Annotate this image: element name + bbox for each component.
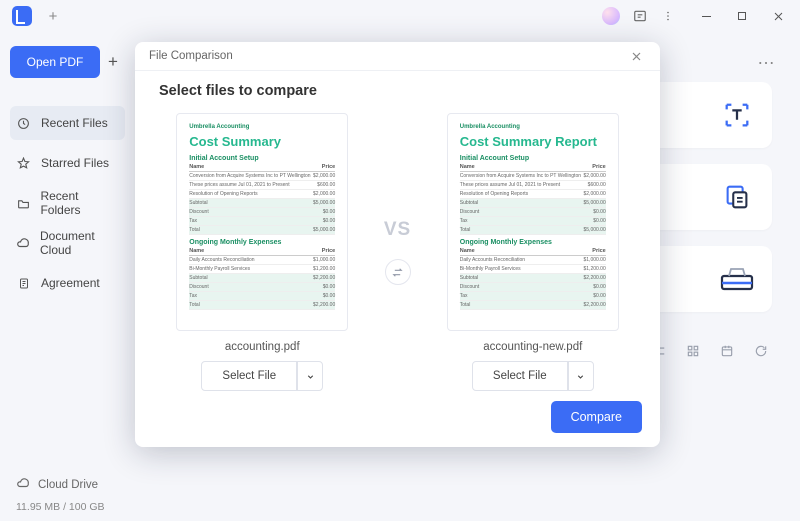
sidebar-item-document-cloud[interactable]: Document Cloud bbox=[10, 226, 125, 260]
refresh-icon[interactable] bbox=[750, 340, 772, 362]
preview-section: Initial Account Setup bbox=[189, 155, 335, 162]
file-a-preview[interactable]: Umbrella Accounting Cost Summary Initial… bbox=[176, 113, 348, 331]
duplicate-icon bbox=[720, 180, 754, 214]
window-maximize-button[interactable] bbox=[724, 2, 760, 30]
cloud-drive-label: Cloud Drive bbox=[38, 479, 98, 491]
page-more-button[interactable]: … bbox=[757, 48, 776, 69]
dialog-title: File Comparison bbox=[149, 50, 233, 62]
more-icon[interactable] bbox=[654, 2, 682, 30]
text-select-icon bbox=[720, 98, 754, 132]
sidebar-item-starred-files[interactable]: Starred Files bbox=[10, 146, 125, 180]
preview-title: Cost Summary Report bbox=[460, 134, 606, 149]
notes-icon[interactable] bbox=[626, 2, 654, 30]
file-comparison-dialog: File Comparison Select files to compare … bbox=[135, 42, 660, 447]
file-a-name: accounting.pdf bbox=[225, 341, 300, 353]
file-b-select-button[interactable]: Select File bbox=[472, 361, 568, 391]
sidebar-item-recent-folders[interactable]: Recent Folders bbox=[10, 186, 125, 220]
star-icon bbox=[16, 157, 31, 170]
compare-button[interactable]: Compare bbox=[551, 401, 642, 433]
cloud-up-icon bbox=[16, 476, 30, 493]
preview-section: Ongoing Monthly Expenses bbox=[460, 239, 606, 246]
preview-section: Ongoing Monthly Expenses bbox=[189, 239, 335, 246]
folder-icon bbox=[16, 197, 30, 210]
preview-section: Initial Account Setup bbox=[460, 155, 606, 162]
sidebar-item-label: Recent Files bbox=[41, 116, 108, 130]
file-b-name: accounting-new.pdf bbox=[483, 341, 582, 353]
storage-quota: 11.95 MB / 100 GB bbox=[10, 497, 125, 513]
preview-title: Cost Summary bbox=[189, 134, 335, 149]
sidebar-item-label: Agreement bbox=[41, 276, 100, 290]
add-button[interactable]: + bbox=[108, 52, 118, 72]
cloud-icon bbox=[16, 236, 30, 250]
sidebar-item-label: Recent Folders bbox=[40, 189, 119, 217]
scanner-icon bbox=[720, 262, 754, 296]
window-minimize-button[interactable] bbox=[688, 2, 724, 30]
avatar[interactable] bbox=[602, 7, 620, 25]
file-b-preview[interactable]: Umbrella Accounting Cost Summary Report … bbox=[447, 113, 619, 331]
dialog-close-button[interactable] bbox=[626, 46, 646, 66]
sidebar-item-label: Starred Files bbox=[41, 156, 109, 170]
agreement-icon bbox=[16, 277, 31, 290]
calendar-icon[interactable] bbox=[716, 340, 738, 362]
clock-icon bbox=[16, 117, 31, 130]
vs-label: VS bbox=[384, 219, 411, 241]
file-a-select-button[interactable]: Select File bbox=[201, 361, 297, 391]
cloud-drive-button[interactable]: Cloud Drive bbox=[10, 472, 125, 497]
sidebar-item-label: Document Cloud bbox=[40, 229, 119, 257]
swap-files-button[interactable] bbox=[385, 259, 411, 285]
preview-brand: Umbrella Accounting bbox=[460, 124, 606, 130]
window-close-button[interactable] bbox=[760, 2, 796, 30]
file-a-select-caret[interactable] bbox=[297, 361, 323, 391]
sidebar-item-agreement[interactable]: Agreement bbox=[10, 266, 125, 300]
file-b-select-caret[interactable] bbox=[568, 361, 594, 391]
dialog-heading: Select files to compare bbox=[159, 83, 636, 99]
new-tab-button[interactable]: + bbox=[42, 5, 64, 27]
sidebar-item-recent-files[interactable]: Recent Files bbox=[10, 106, 125, 140]
view-grid-icon[interactable] bbox=[682, 340, 704, 362]
open-pdf-button[interactable]: Open PDF bbox=[10, 46, 100, 78]
preview-brand: Umbrella Accounting bbox=[189, 124, 335, 130]
app-logo bbox=[12, 6, 32, 26]
